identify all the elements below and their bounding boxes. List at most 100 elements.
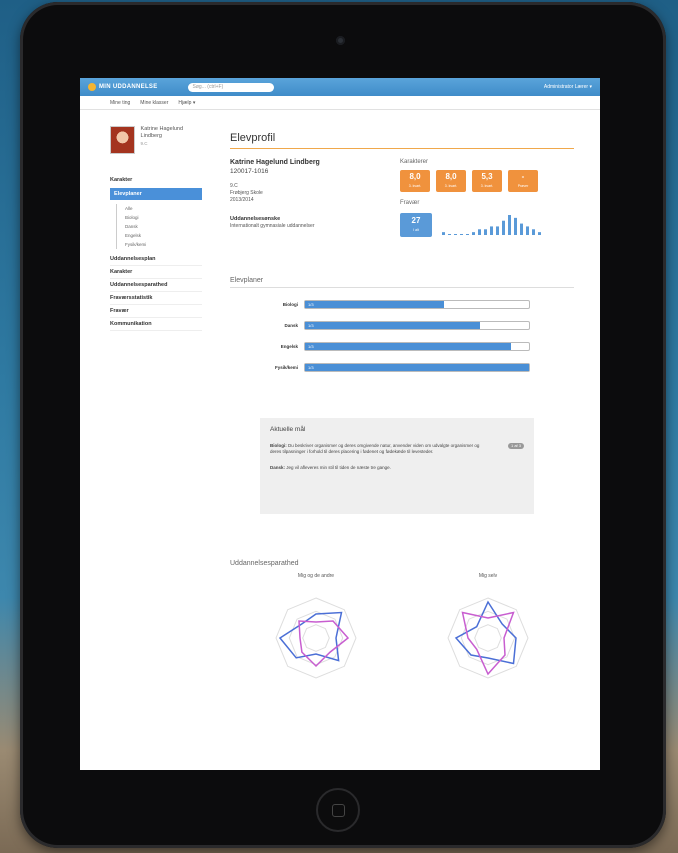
plan-bar-label: Engelsk <box>280 344 298 349</box>
sidebar-subitem-engelsk[interactable]: Engelsk <box>125 231 202 240</box>
student-info: Katrine Hagelund Lindberg 120017-1016 9.… <box>230 159 574 237</box>
absence-trend-bar <box>514 217 517 235</box>
education-wish-heading: Uddannelsesønske <box>230 216 281 222</box>
sidebar-subitem-fysik-kemi[interactable]: Fysik/kemi <box>125 240 202 249</box>
plan-progress-track: 1/3 <box>304 321 530 330</box>
absence-value: 27 <box>411 216 421 225</box>
goal-text: Jeg vil afleveres min stil til tiden de … <box>286 465 391 470</box>
grade-label: Prøver <box>517 184 529 188</box>
plan-progress-text: 1/3 <box>308 302 314 307</box>
grades-label: Karakterer <box>400 159 429 165</box>
logo[interactable]: MIN UDDANNELSE <box>88 83 158 91</box>
plan-bar-row[interactable]: Fysik/kemi 1/3 <box>230 363 574 372</box>
subnav-item-hjaelp[interactable]: Hjælp ▾ <box>178 100 195 106</box>
grade-value: 5,3 <box>481 172 493 181</box>
goal-text: Du beskriver organismer og deres omgiven… <box>270 443 480 454</box>
grade-label: 3. kvart. <box>444 184 458 188</box>
home-square-icon <box>332 804 345 817</box>
grade-value: 8,0 <box>445 172 457 181</box>
grades-row: 8,0 3. kvart. 8,0 3. kvart. 5,3 3. kvart. -… <box>400 170 574 192</box>
absence-trend-bar <box>448 234 451 235</box>
radar-grid-ring <box>288 610 344 666</box>
profile-name: Katrine Hagelund Lindberg <box>140 126 184 139</box>
sidebar-item-fravaer[interactable]: Fravær <box>110 305 202 318</box>
absence-trend-bar <box>484 229 487 235</box>
goals-heading: Aktuelle mål <box>270 426 306 433</box>
absence-trend-bar <box>508 215 511 235</box>
plan-bar-label: Dansk <box>284 323 298 328</box>
subnav-item-mine-ting[interactable]: Mine ting <box>110 100 130 106</box>
plan-progress-track: 1/3 <box>304 363 530 372</box>
goal-item: Biologi: Du beskriver organismer og dere… <box>270 443 524 455</box>
sidebar-link-list: Uddannelsesplan Karakter Uddannelsespara… <box>110 253 202 331</box>
goal-item: Dansk: Jeg vil afleveres min stil til ti… <box>270 465 524 471</box>
radar-series <box>278 611 343 662</box>
student-id: 120017-1016 <box>230 168 269 175</box>
absence-trend-bar <box>532 229 535 235</box>
sidebar-item-elevplaner[interactable]: Elevplaner <box>110 188 202 200</box>
grade-label: 3. kvart. <box>480 184 494 188</box>
sidebar-item-uddannelsesparathed[interactable]: Uddannelsesparathed <box>110 279 202 292</box>
main-content: Elevprofil Katrine Hagelund Lindberg 120… <box>230 132 574 695</box>
plan-bar-row[interactable]: Biologi 1/3 <box>230 300 574 309</box>
sidebar-item-kommunikation[interactable]: Kommunikation <box>110 318 202 331</box>
education-wish-value: Internationalt gymnasiale uddannelser <box>230 223 315 229</box>
goal-badge[interactable]: 1 af 3 <box>507 443 524 449</box>
student-class: 9.C <box>230 183 238 189</box>
plan-bar-row[interactable]: Dansk 1/3 <box>230 321 574 330</box>
development-heading: Uddannelsesparathed <box>230 560 299 567</box>
student-address: 9.C Frøbjerg Skole 2013/2014 <box>230 183 400 204</box>
sidebar-subitem-alle[interactable]: Alle <box>125 204 202 213</box>
avatar[interactable] <box>110 126 135 154</box>
absence-trend-bar <box>490 226 493 235</box>
radar-grid-ring <box>474 624 502 652</box>
plan-progress-track: 1/3 <box>304 342 530 351</box>
student-year: 2013/2014 <box>230 197 254 203</box>
plans-section: Elevplaner Biologi 1/3 Dansk 1/3 Engelsk 1/3 F… <box>230 277 574 372</box>
subnav-item-mine-klasser[interactable]: Mine klasser <box>140 100 168 106</box>
sidebar: Katrine Hagelund Lindberg 9.C Karakter E… <box>110 126 202 331</box>
sidebar-subitem-dansk[interactable]: Dansk <box>125 222 202 231</box>
plans-heading: Elevplaner <box>230 277 574 288</box>
student-school: Frøbjerg Skole <box>230 190 263 196</box>
plan-progress-fill: 1/3 <box>305 322 480 329</box>
absence-trend-bar <box>478 229 481 235</box>
sidebar-item-karakter-2[interactable]: Karakter <box>110 266 202 279</box>
radar-graphic <box>275 597 357 679</box>
absence-trend-bar <box>496 226 499 235</box>
radar-chart-self: Mig selv <box>413 573 563 695</box>
student-name: Katrine Hagelund Lindberg <box>230 159 320 166</box>
sidebar-item-uddannelsesplan[interactable]: Uddannelsesplan <box>110 253 202 266</box>
user-menu[interactable]: Administrator Lærer ▾ <box>544 84 592 90</box>
grade-badge[interactable]: 8,0 3. kvart. <box>436 170 466 192</box>
absence-label: Fravær <box>400 200 420 206</box>
stats-panel: Karakterer 8,0 3. kvart. 8,0 3. kvart. 5,3… <box>400 159 574 237</box>
plan-bar-row[interactable]: Engelsk 1/3 <box>230 342 574 351</box>
absence-badge[interactable]: 27 I alt <box>400 213 432 237</box>
plan-progress-fill: 1/3 <box>305 301 444 308</box>
goals-box: Aktuelle mål Biologi: Du beskriver organ… <box>260 418 534 514</box>
absence-trend-chart <box>442 215 541 235</box>
plan-progress-text: 1/3 <box>308 344 314 349</box>
grade-badge[interactable]: - Prøver <box>508 170 538 192</box>
camera-icon <box>336 36 345 45</box>
sidebar-subitem-biologi[interactable]: Biologi <box>125 213 202 222</box>
plans-bar-list: Biologi 1/3 Dansk 1/3 Engelsk 1/3 Fysik/kemi 1/… <box>230 300 574 372</box>
radar-grid-ring <box>460 610 516 666</box>
absence-row: 27 I alt <box>400 211 574 237</box>
absence-trend-bar <box>538 232 541 235</box>
grade-value: - <box>521 172 525 181</box>
search-input[interactable]: Søg... (ctrl+F) <box>187 82 274 92</box>
sidebar-item-karakter[interactable]: Karakter <box>110 174 202 186</box>
home-button[interactable] <box>316 788 360 832</box>
grade-badge[interactable]: 5,3 3. kvart. <box>472 170 502 192</box>
sidebar-item-fravaersstatistik[interactable]: Fraværsstatistik <box>110 292 202 305</box>
absence-trend-bar <box>442 232 445 235</box>
top-bar: MIN UDDANNELSE Søg... (ctrl+F) Administr… <box>80 78 600 96</box>
grade-badge[interactable]: 8,0 3. kvart. <box>400 170 430 192</box>
radar-charts: Mig og de andre Mig selv <box>230 573 574 695</box>
plan-bar-label: Fysik/kemi <box>274 365 298 370</box>
plan-bar-label: Biologi <box>282 302 298 307</box>
plan-progress-text: 1/3 <box>308 365 314 370</box>
app-screen: MIN UDDANNELSE Søg... (ctrl+F) Administr… <box>80 78 600 770</box>
